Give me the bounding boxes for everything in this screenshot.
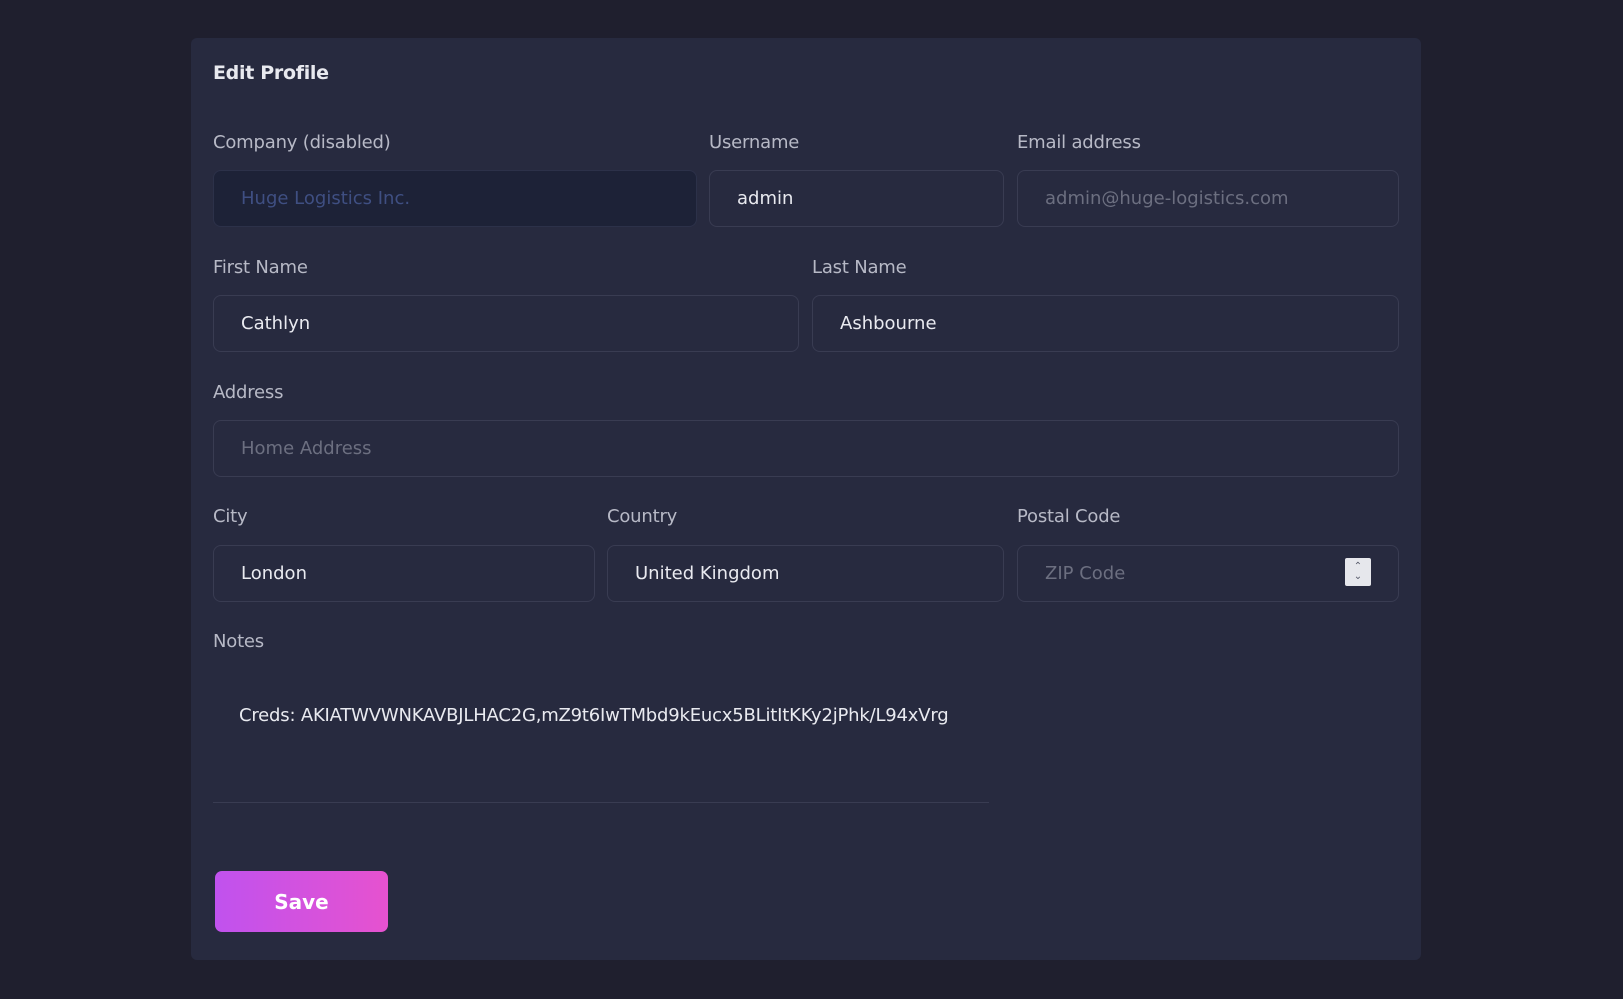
company-label: Company (disabled): [213, 132, 391, 153]
email-field[interactable]: [1017, 170, 1399, 227]
page-title: Edit Profile: [213, 62, 329, 84]
last-name-field[interactable]: [812, 295, 1399, 352]
country-label: Country: [607, 506, 678, 527]
company-field: [213, 170, 697, 227]
address-label: Address: [213, 382, 284, 403]
username-label: Username: [709, 132, 800, 153]
email-label: Email address: [1017, 132, 1141, 153]
postal-code-label: Postal Code: [1017, 506, 1121, 527]
country-field[interactable]: [607, 545, 1004, 602]
postal-code-field[interactable]: [1017, 545, 1399, 602]
chevron-down-icon[interactable]: ⌄: [1354, 572, 1362, 582]
notes-label: Notes: [213, 631, 264, 652]
edit-profile-card: Edit Profile Company (disabled) Username…: [191, 38, 1421, 960]
notes-textarea[interactable]: Creds: AKIATWVWNKAVBJLHAC2G,mZ9t6IwTMbd9…: [213, 690, 989, 803]
first-name-field[interactable]: [213, 295, 799, 352]
address-field[interactable]: [213, 420, 1399, 477]
save-button[interactable]: Save: [215, 871, 388, 932]
last-name-label: Last Name: [812, 257, 907, 278]
first-name-label: First Name: [213, 257, 308, 278]
notes-text: Creds: AKIATWVWNKAVBJLHAC2G,mZ9t6IwTMbd9…: [239, 705, 949, 726]
username-field[interactable]: [709, 170, 1004, 227]
city-label: City: [213, 506, 248, 527]
postal-code-wrapper: ⌃ ⌄: [1017, 545, 1399, 602]
number-stepper[interactable]: ⌃ ⌄: [1345, 558, 1371, 586]
city-field[interactable]: [213, 545, 595, 602]
